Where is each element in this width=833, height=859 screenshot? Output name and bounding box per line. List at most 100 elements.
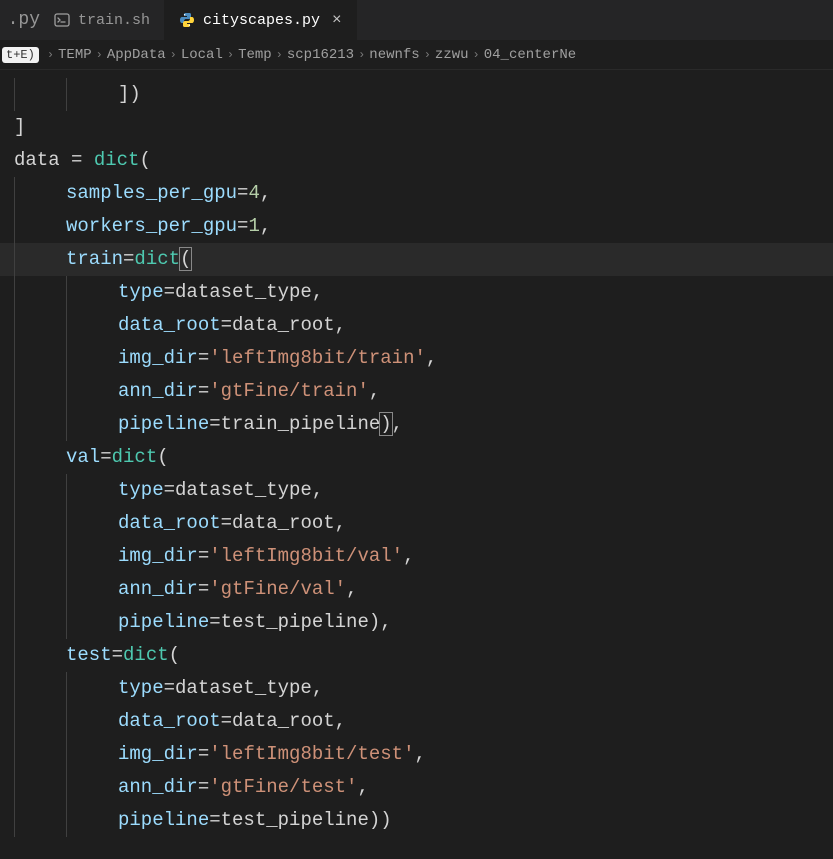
code-token: , [335,710,346,732]
indent-guide [66,342,118,375]
code-token: test_pipeline [221,809,369,831]
indent-guide [66,474,118,507]
code-line[interactable]: img_dir='leftImg8bit/val', [0,540,833,573]
code-token: ) [379,412,392,436]
code-token: = [209,413,220,435]
code-line[interactable]: type=dataset_type, [0,276,833,309]
code-token: = [198,545,209,567]
code-line[interactable]: workers_per_gpu=1, [0,210,833,243]
code-line[interactable]: data_root=data_root, [0,507,833,540]
indent-guide [66,276,118,309]
code-token: ), [369,611,392,633]
indent-guide [66,705,118,738]
indent-guide [14,738,66,771]
breadcrumb-item[interactable]: TEMP [58,47,92,63]
code-line[interactable]: type=dataset_type, [0,474,833,507]
code-token: = [198,776,209,798]
indent-guide [14,672,66,705]
indent-guide [14,408,66,441]
tab-label: cityscapes.py [203,12,320,29]
indent-guide [14,342,66,375]
indent-guide [66,507,118,540]
code-line[interactable]: pipeline=train_pipeline), [0,408,833,441]
code-token: , [346,578,357,600]
code-token: = [221,512,232,534]
code-token: data_root [118,710,221,732]
indent-guide [14,540,66,573]
code-token: , [426,347,437,369]
code-token: , [260,182,271,204]
code-token: data_root [118,512,221,534]
code-line[interactable]: data = dict( [0,144,833,177]
code-line[interactable]: val=dict( [0,441,833,474]
code-token: = [221,314,232,336]
code-token: = [209,809,220,831]
breadcrumb-item[interactable]: 04_centerNe [484,47,576,63]
code-token: = [60,149,94,171]
code-token: test [66,644,112,666]
code-token: img_dir [118,347,198,369]
code-line[interactable]: pipeline=test_pipeline)) [0,804,833,837]
code-token: = [112,644,123,666]
indent-guide [14,804,66,837]
code-token: img_dir [118,743,198,765]
chevron-right-icon: › [227,48,234,62]
tab-partial-left[interactable]: .py [0,0,40,40]
code-token: , [392,413,403,435]
code-token: = [221,710,232,732]
code-line[interactable]: ] [0,111,833,144]
breadcrumb-item[interactable]: AppData [107,47,166,63]
code-token: data_root [232,512,335,534]
code-line[interactable]: data_root=data_root, [0,309,833,342]
code-line[interactable]: img_dir='leftImg8bit/train', [0,342,833,375]
close-icon[interactable]: × [332,11,342,29]
code-line[interactable]: ann_dir='gtFine/train', [0,375,833,408]
indent-guide [14,507,66,540]
code-line[interactable]: type=dataset_type, [0,672,833,705]
code-token: ann_dir [118,776,198,798]
indent-guide [14,276,66,309]
code-token: 'leftImg8bit/val' [209,545,403,567]
indent-guide [66,408,118,441]
breadcrumb-item[interactable]: Local [181,47,223,63]
indent-guide [14,474,66,507]
code-token: test_pipeline [221,611,369,633]
code-token: )) [369,809,392,831]
code-editor[interactable]: ])]data = dict(samples_per_gpu=4,workers… [0,70,833,837]
code-token: ( [169,644,180,666]
code-token: = [198,347,209,369]
breadcrumb-item[interactable]: newnfs [369,47,419,63]
tab-bar: .py train.sh cityscapes.py × [0,0,833,40]
code-line[interactable]: ann_dir='gtFine/val', [0,573,833,606]
code-line[interactable]: data_root=data_root, [0,705,833,738]
tab-train-sh[interactable]: train.sh [40,0,165,40]
indent-guide [66,804,118,837]
code-line[interactable]: ]) [0,78,833,111]
code-line[interactable]: img_dir='leftImg8bit/test', [0,738,833,771]
breadcrumb-item[interactable]: zzwu [435,47,469,63]
indent-guide [66,540,118,573]
code-token: ( [157,446,168,468]
code-token: ]) [118,83,141,105]
indent-guide [14,705,66,738]
code-token: dict [134,248,180,270]
code-line[interactable]: pipeline=test_pipeline), [0,606,833,639]
code-line[interactable]: train=dict( [0,243,833,276]
code-line[interactable]: samples_per_gpu=4, [0,177,833,210]
indent-guide [66,771,118,804]
tab-cityscapes-py[interactable]: cityscapes.py × [165,0,357,40]
code-token: = [164,281,175,303]
breadcrumb-item[interactable]: scp16213 [287,47,354,63]
indent-guide [14,441,66,474]
code-token: = [198,743,209,765]
code-line[interactable]: ann_dir='gtFine/test', [0,771,833,804]
code-token: , [312,677,323,699]
breadcrumb-item[interactable]: Temp [238,47,272,63]
code-token: , [260,215,271,237]
code-token: = [198,380,209,402]
code-line[interactable]: test=dict( [0,639,833,672]
indent-guide [14,375,66,408]
indent-guide [14,573,66,606]
code-token: = [237,182,248,204]
code-token: pipeline [118,611,209,633]
